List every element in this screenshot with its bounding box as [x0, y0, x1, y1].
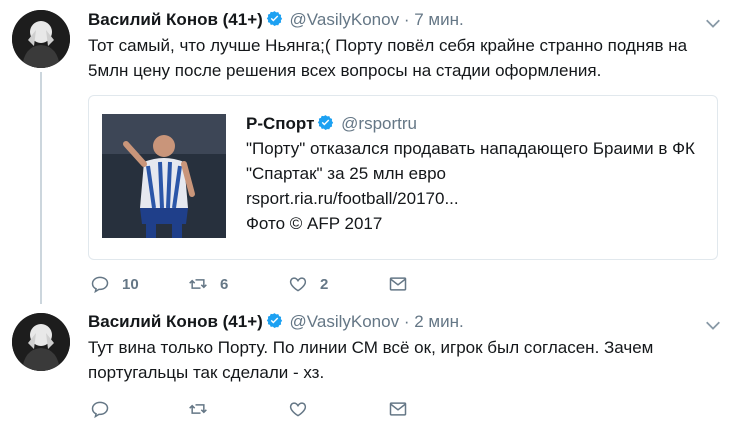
tweet-actions — [88, 397, 428, 421]
tweet[interactable]: Василий Конов (41+) @VasilyKonov · 7 мин… — [0, 0, 736, 305]
author-name[interactable]: Василий Конов (41+) — [88, 312, 263, 331]
card-source-handle: @rsportru — [341, 114, 417, 133]
link-card[interactable]: Р-Спорт @rsportru "Порту" отказался прод… — [88, 95, 718, 260]
retweet-icon — [189, 279, 207, 289]
separator-dot: · — [403, 10, 410, 29]
author-name[interactable]: Василий Конов (41+) — [88, 10, 263, 29]
card-thumbnail[interactable] — [102, 114, 226, 238]
card-headline: "Порту" отказался продавать нападающего … — [246, 139, 695, 183]
reply-icon — [91, 401, 109, 419]
verified-badge-icon — [266, 313, 282, 328]
tweet-header: Василий Конов (41+) @VasilyKonov · 7 мин… — [88, 9, 464, 31]
author-handle[interactable]: @VasilyKonov — [290, 10, 400, 29]
like-button[interactable] — [288, 397, 308, 421]
card-url[interactable]: rsport.ria.ru/football/20170... — [246, 186, 706, 211]
tweet-actions: 10 6 2 — [88, 272, 428, 296]
like-count: 2 — [320, 275, 329, 293]
reply-button[interactable] — [90, 397, 110, 421]
tweet[interactable]: Василий Конов (41+) @VasilyKonov · 2 мин… — [0, 305, 736, 429]
tweet-text: Тут вина только Порту. По линии СМ всё о… — [88, 338, 654, 382]
tweet-header: Василий Конов (41+) @VasilyKonov · 2 мин… — [88, 311, 464, 333]
chevron-down-icon[interactable] — [704, 316, 722, 334]
direct-message-button[interactable] — [388, 272, 408, 296]
reply-icon — [91, 276, 109, 294]
heart-icon — [289, 402, 307, 417]
reply-count: 10 — [122, 275, 139, 293]
heart-icon — [289, 277, 307, 292]
verified-badge-icon — [266, 11, 282, 26]
tweet-text: Тот самый, что лучше Ньянга;( Порту повё… — [88, 36, 688, 80]
card-photo-credit: Фото © AFP 2017 — [246, 214, 383, 233]
envelope-icon — [389, 277, 407, 291]
verified-badge-icon — [318, 115, 334, 130]
reply-button[interactable]: 10 — [90, 272, 139, 296]
separator-dot: · — [403, 312, 410, 331]
author-handle[interactable]: @VasilyKonov — [290, 312, 400, 331]
avatar[interactable] — [12, 10, 70, 68]
tweet-timestamp[interactable]: 7 мин. — [414, 10, 463, 29]
retweet-button[interactable]: 6 — [188, 272, 228, 296]
envelope-icon — [389, 402, 407, 416]
avatar[interactable] — [12, 313, 70, 371]
direct-message-button[interactable] — [388, 397, 408, 421]
retweet-icon — [189, 404, 207, 414]
like-button[interactable]: 2 — [288, 272, 328, 296]
chevron-down-icon[interactable] — [704, 14, 722, 32]
tweet-timestamp[interactable]: 2 мин. — [414, 312, 463, 331]
retweet-button[interactable] — [188, 397, 208, 421]
card-source-name: Р-Спорт — [246, 114, 315, 133]
retweet-count: 6 — [220, 275, 229, 293]
